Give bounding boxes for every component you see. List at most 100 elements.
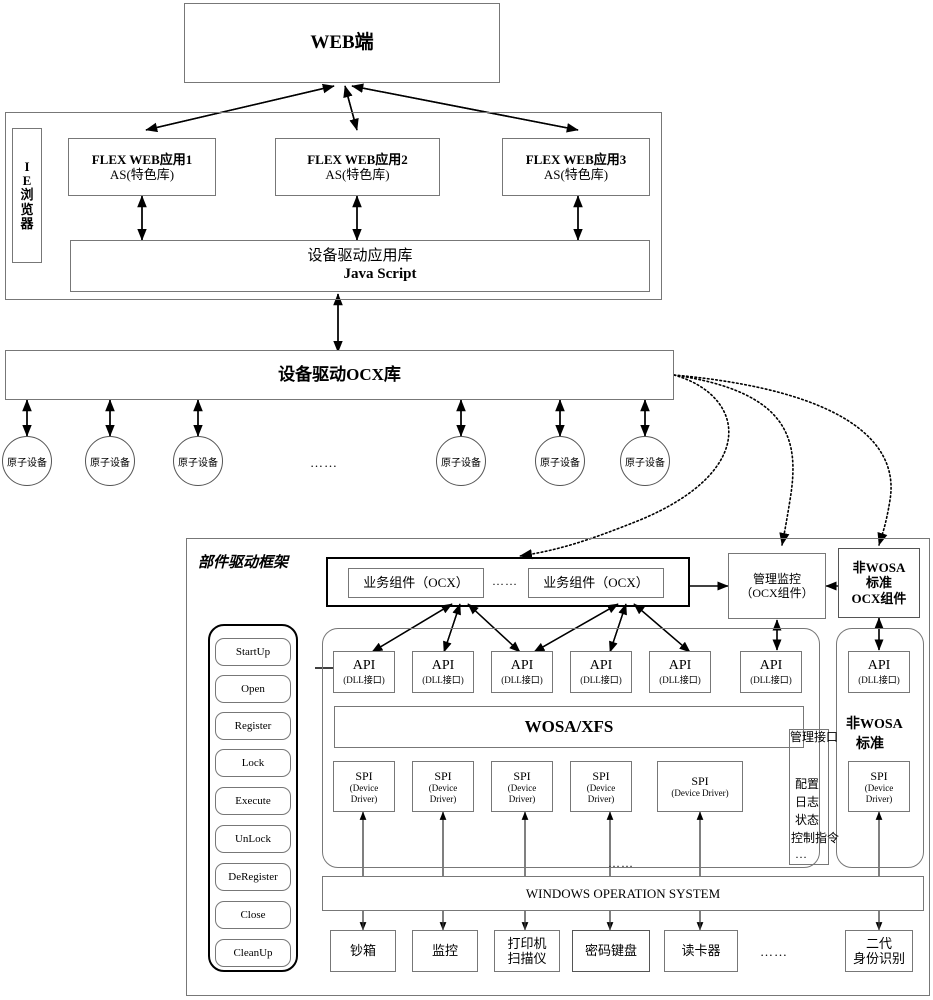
device-driver-ocx-library: 设备驱动OCX库 (5, 350, 674, 400)
lifecycle-button-cleanup[interactable]: CleanUp (215, 939, 291, 967)
api-box: API (DLL接口) (649, 651, 711, 693)
non-wosa-standard-line2: 标准 (856, 737, 884, 752)
lifecycle-label: CleanUp (233, 946, 273, 959)
ie-browser-label: IE浏览器 (20, 159, 34, 231)
api-sublabel: (DLL接口) (659, 674, 701, 685)
api-box: API (DLL接口) (333, 651, 395, 693)
business-component-ellipsis: …… (492, 574, 518, 588)
atomic-device: 原子设备 (620, 436, 670, 486)
api-sublabel: (DLL接口) (750, 674, 792, 685)
api-label: API (510, 658, 534, 674)
spi-ellipsis: …… (608, 856, 634, 870)
mgmt-monitor-line1: 管理监控 (752, 571, 801, 586)
driver-app-lib-subtitle: Java Script (343, 266, 417, 282)
lifecycle-button-unlock[interactable]: UnLock (215, 825, 291, 853)
api-box: API (DLL接口) (412, 651, 474, 693)
api-sublabel: (DLL接口) (422, 674, 464, 685)
lifecycle-button-open[interactable]: Open (215, 675, 291, 703)
wosa-xfs-box: WOSA/XFS (334, 706, 804, 748)
spi-sublabel-2: Driver) (429, 793, 457, 804)
lifecycle-button-close[interactable]: Close (215, 901, 291, 929)
wosa-xfs-label: WOSA/XFS (524, 716, 614, 736)
lifecycle-label: StartUp (235, 645, 271, 658)
spi-box: SPI (Device Driver) (412, 761, 474, 812)
api-label: API (759, 658, 783, 674)
ie-browser-box: IE浏览器 (12, 128, 42, 263)
driver-app-lib-title: 设备驱动应用库 (307, 248, 413, 265)
mgmt-interface-item: … (795, 847, 807, 861)
business-component-label: 业务组件（OCX） (363, 575, 469, 591)
spi-box: SPI (Device Driver) (333, 761, 395, 812)
lifecycle-button-startup[interactable]: StartUp (215, 638, 291, 666)
spi-label: SPI (691, 774, 709, 789)
mgmt-monitor-line2: （OCX组件） (740, 586, 814, 600)
device-driver-app-library: 设备驱动应用库 Java Script (70, 240, 650, 292)
api-label: API (352, 658, 376, 674)
atomic-device-label: 原子设备 (90, 457, 130, 469)
windows-operation-system-box: WINDOWS OPERATION SYSTEM (322, 876, 924, 911)
windows-os-label: WINDOWS OPERATION SYSTEM (525, 885, 721, 901)
flex-web-app-1: FLEX WEB应用1 AS(特色库) (68, 138, 216, 196)
spi-sublabel-1: (Device (428, 782, 458, 793)
atomic-device: 原子设备 (2, 436, 52, 486)
device-label-line1: 监控 (431, 943, 458, 959)
device-box-pin-pad: 密码键盘 (572, 930, 650, 972)
web-end-label: WEB端 (310, 31, 374, 53)
lifecycle-button-execute[interactable]: Execute (215, 787, 291, 815)
spi-sublabel-2: Driver) (587, 793, 615, 804)
atomic-device-label: 原子设备 (540, 457, 580, 469)
architecture-diagram: WEB端 IE浏览器 FLEX WEB应用1 AS(特色库) FLEX WEB应… (0, 0, 933, 1000)
web-end-box: WEB端 (184, 3, 500, 83)
device-box-monitor: 监控 (412, 930, 478, 972)
flex-app-2-title: FLEX WEB应用2 (307, 151, 408, 167)
lifecycle-button-register[interactable]: Register (215, 712, 291, 740)
flex-web-app-3: FLEX WEB应用3 AS(特色库) (502, 138, 650, 196)
mgmt-interface-item: 控制指令 (791, 831, 840, 845)
lifecycle-label: UnLock (234, 832, 272, 845)
spi-sublabel-1: (Device (864, 782, 894, 793)
non-wosa-ocx-line1: 非WOSA (852, 560, 906, 575)
non-wosa-ocx-component-box: 非WOSA 标准 OCX组件 (838, 548, 920, 618)
spi-label: SPI (513, 768, 531, 783)
device-label-line1: 钞箱 (349, 943, 376, 959)
spi-sublabel-1: (Device (586, 782, 616, 793)
device-ellipsis: …… (760, 944, 788, 959)
device-label-line1: 打印机 (507, 935, 547, 951)
device-label-line2: 扫描仪 (507, 951, 547, 966)
business-component-ocx: 业务组件（OCX） (528, 568, 664, 598)
management-monitor-box: 管理监控 （OCX组件） (728, 553, 826, 619)
flex-app-1-title: FLEX WEB应用1 (91, 151, 193, 167)
api-label: API (431, 658, 455, 674)
lifecycle-button-deregister[interactable]: DeRegister (215, 863, 291, 891)
non-wosa-ocx-line3: OCX组件 (851, 590, 907, 606)
spi-box-non-wosa: SPI (Device Driver) (848, 761, 910, 812)
business-component-ocx: 业务组件（OCX） (348, 568, 484, 598)
lifecycle-button-lock[interactable]: Lock (215, 749, 291, 777)
mgmt-interface-item: 日志 (795, 795, 820, 809)
api-sublabel: (DLL接口) (501, 674, 543, 685)
lifecycle-label: Close (240, 908, 266, 921)
spi-sublabel-2: Driver) (865, 793, 893, 804)
atomic-device: 原子设备 (535, 436, 585, 486)
atomic-device: 原子设备 (436, 436, 486, 486)
device-box-id-card-reader: 二代 身份识别 (845, 930, 913, 972)
spi-box: SPI (Device Driver) (491, 761, 553, 812)
api-box-non-wosa: API (DLL接口) (848, 651, 910, 693)
device-box-cash-box: 钞箱 (330, 930, 396, 972)
flex-app-3-title: FLEX WEB应用3 (525, 151, 627, 167)
spi-label: SPI (592, 768, 610, 783)
non-wosa-standard-line1: 非WOSA (846, 717, 903, 732)
spi-box: SPI (Device Driver) (570, 761, 632, 812)
api-box: API (DLL接口) (491, 651, 553, 693)
spi-label: SPI (355, 768, 373, 783)
spi-sublabel-1: (Device (507, 782, 537, 793)
api-sublabel: (DLL接口) (343, 674, 385, 685)
spi-box: SPI (Device Driver) (657, 761, 743, 812)
device-box-card-reader: 读卡器 (664, 930, 738, 972)
mgmt-interface-item: 状态 (795, 813, 820, 827)
api-label: API (589, 658, 613, 674)
api-box: API (DLL接口) (570, 651, 632, 693)
spi-sublabel-1: (Device Driver) (671, 788, 729, 799)
lifecycle-label: DeRegister (228, 870, 278, 883)
ocx-library-label: 设备驱动OCX库 (278, 364, 401, 384)
